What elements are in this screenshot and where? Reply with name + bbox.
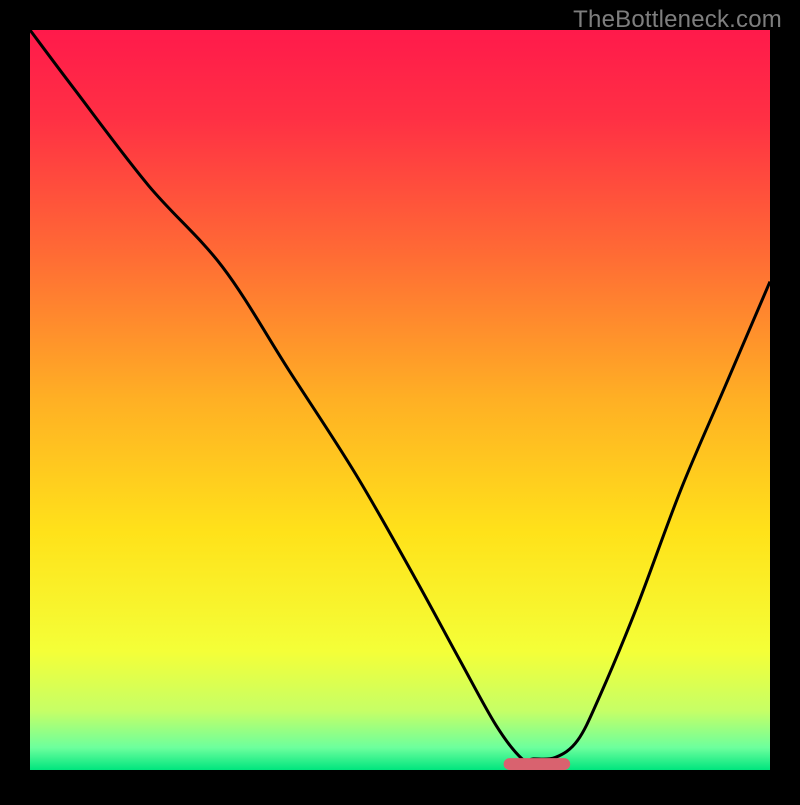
bottleneck-chart [0,0,800,800]
chart-stage: TheBottleneck.com [0,0,800,800]
plot-background [30,30,770,770]
watermark-text: TheBottleneck.com [573,6,782,34]
optimal-range-marker [504,758,571,770]
